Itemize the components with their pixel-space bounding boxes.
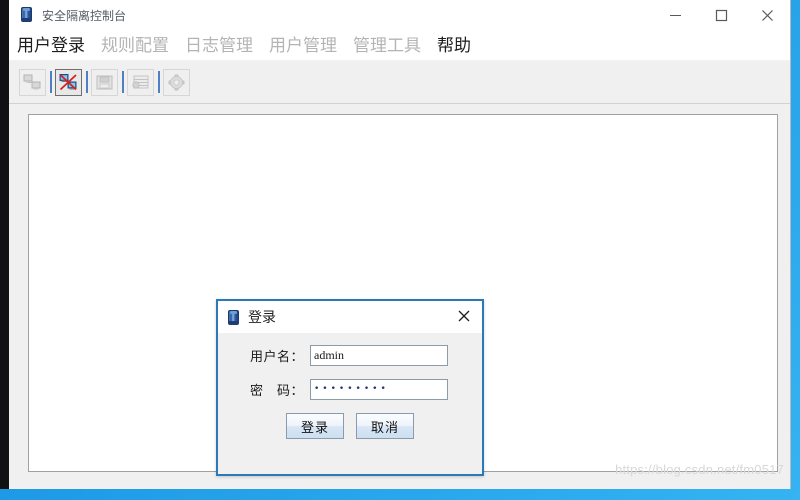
- save-icon: [96, 75, 113, 89]
- watermark-text: https://blog.csdn.net/fm0517: [615, 462, 784, 477]
- dialog-icon: [226, 309, 240, 325]
- toolbar-separator-1: [50, 71, 52, 93]
- disconnect-icon: [59, 73, 77, 90]
- toolbar-list-button[interactable]: [127, 68, 154, 96]
- window-titlebar: 安全隔离控制台: [9, 0, 790, 31]
- password-label: 密 码：: [249, 383, 304, 398]
- menu-item-user-login[interactable]: 用户登录: [17, 37, 85, 54]
- toolbar-separator-2: [86, 71, 88, 93]
- connect-icon: [23, 74, 41, 89]
- dialog-buttons: 登录 取消: [218, 413, 482, 439]
- dialog-close-icon[interactable]: [454, 306, 474, 326]
- window-controls: [652, 0, 790, 30]
- close-icon[interactable]: [744, 0, 790, 30]
- toolbar: [9, 61, 790, 104]
- menu-item-help[interactable]: 帮助: [437, 37, 471, 54]
- toolbar-separator-4: [158, 71, 160, 93]
- password-row: 密 码： •••••••••: [218, 379, 482, 400]
- settings-gear-icon: [168, 73, 185, 91]
- client-area: 登录 用户名： admin 密 码： ••••••••• 登录 取消 https…: [9, 104, 790, 489]
- cancel-button[interactable]: 取消: [356, 413, 414, 439]
- username-input[interactable]: admin: [310, 345, 448, 366]
- window-title: 安全隔离控制台: [42, 8, 127, 23]
- dialog-title: 登录: [248, 309, 276, 325]
- dialog-body: 用户名： admin 密 码： ••••••••• 登录 取消: [218, 333, 482, 474]
- toolbar-separator-3: [122, 71, 124, 93]
- username-row: 用户名： admin: [218, 345, 482, 366]
- login-dialog: 登录 用户名： admin 密 码： ••••••••• 登录 取消: [216, 299, 484, 476]
- menu-item-user-management[interactable]: 用户管理: [269, 37, 337, 54]
- menu-item-admin-tools[interactable]: 管理工具: [353, 37, 421, 54]
- menubar: 用户登录 规则配置 日志管理 用户管理 管理工具 帮助: [9, 31, 790, 61]
- app-icon: [18, 7, 34, 23]
- minimize-icon[interactable]: [652, 0, 698, 30]
- login-button[interactable]: 登录: [286, 413, 344, 439]
- toolbar-disconnect-button[interactable]: [55, 68, 82, 96]
- left-edge-strip: [0, 0, 9, 489]
- toolbar-settings-button[interactable]: [163, 68, 190, 96]
- list-icon: [132, 75, 149, 89]
- application-window: 安全隔离控制台 用户登录 规则配置 日志管理 用户管理 管理工具 帮助 登录 用…: [9, 0, 791, 489]
- toolbar-connect-button[interactable]: [19, 68, 46, 96]
- maximize-icon[interactable]: [698, 0, 744, 30]
- menu-item-log-management[interactable]: 日志管理: [185, 37, 253, 54]
- menu-item-rule-config[interactable]: 规则配置: [101, 37, 169, 54]
- toolbar-save-button[interactable]: [91, 68, 118, 96]
- dialog-titlebar: 登录: [218, 301, 482, 333]
- password-input[interactable]: •••••••••: [310, 379, 448, 400]
- username-label: 用户名：: [249, 349, 304, 364]
